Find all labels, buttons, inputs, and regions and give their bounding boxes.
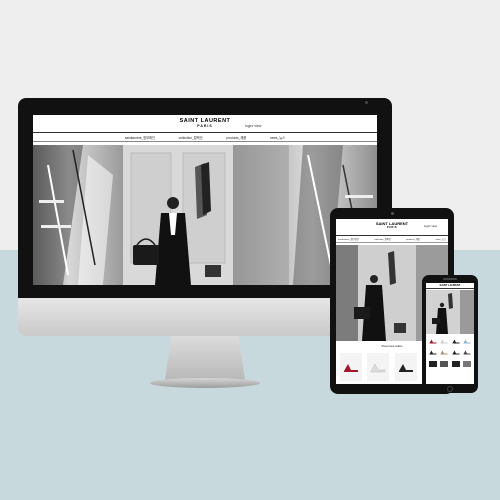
product-tile[interactable] [394,353,417,381]
product-tile[interactable] [367,353,390,381]
shoe-icon[interactable] [463,349,471,355]
tablet-header-divider [336,235,448,236]
shoe-icon[interactable] [429,338,437,344]
tablet-nav-item-news[interactable]: news_뉴스 [436,237,446,241]
header-divider [33,132,377,133]
tablet-nav-divider [336,242,448,243]
hero-banner [33,145,377,285]
phone-brand-logo[interactable]: SAINT LAURENT [426,284,474,287]
phone-hero-photo [426,290,474,334]
brand-city: PARIS [197,124,213,128]
phone-hero [426,290,474,334]
product-thumb[interactable] [462,361,471,367]
shoe-icon [398,364,413,372]
model-photo [123,145,233,285]
main-nav: saintlaurent_정보확인 collection_컬렉션 product… [113,135,297,140]
camera-icon [365,101,368,104]
phone-header-divider [426,288,474,289]
shoe-icon[interactable] [452,349,460,355]
brand-logo[interactable]: SAINT LAURENT PARIS [165,118,245,129]
nav-item-saintlaurent[interactable]: saintlaurent_정보확인 [125,135,155,140]
product-thumb[interactable] [429,361,437,367]
shoe-icon[interactable] [463,338,471,344]
login-link[interactable]: login/ view [245,124,261,128]
nav-item-news[interactable]: news_뉴스 [270,135,285,140]
shoe-icon[interactable] [440,338,448,344]
tablet-nav: saintlaurent_정보확인 collection_컬렉션 product… [338,237,446,241]
nav-item-products[interactable]: products_제품 [226,135,246,140]
phone-speaker [443,278,457,280]
shoe-icon [371,363,386,373]
tablet-nav-item-products[interactable]: products_제품 [406,237,420,241]
nav-item-collection[interactable]: collection_컬렉션 [179,135,203,140]
product-thumb[interactable] [440,361,449,367]
store-interior-illustration [33,145,113,285]
phone-product-row-2 [429,349,471,357]
tablet-camera-icon [391,212,394,215]
monitor-stand-base [150,378,260,388]
hero-panel-store-left [33,145,123,285]
home-button[interactable] [447,386,453,392]
site-header: SAINT LAURENT PARIS login/ view saintlau… [33,115,377,145]
nav-divider [33,141,377,142]
phone-product-row-1 [429,338,471,346]
phone-brand-name: SAINT LAURENT [439,284,461,287]
phone-screen: SAINT LAURENT [426,283,474,384]
desktop-screen: SAINT LAURENT PARIS login/ view saintlau… [33,115,377,285]
product-tile[interactable] [340,353,362,381]
tablet-nav-item-collection[interactable]: collection_컬렉션 [374,237,390,241]
hero-panel-model [123,145,233,285]
shoe-icon[interactable] [452,338,460,344]
shoe-icon[interactable] [440,349,448,355]
tablet-nav-item-saintlaurent[interactable]: saintlaurent_정보확인 [338,237,359,241]
tablet-login-link[interactable]: login/ view [424,224,437,228]
phone-product-row-3 [429,361,471,369]
phone-device: SAINT LAURENT [422,275,478,393]
shoe-icon[interactable] [429,349,437,355]
shoe-icon [344,364,358,372]
product-thumb[interactable] [451,361,460,367]
monitor-stand [165,336,245,380]
